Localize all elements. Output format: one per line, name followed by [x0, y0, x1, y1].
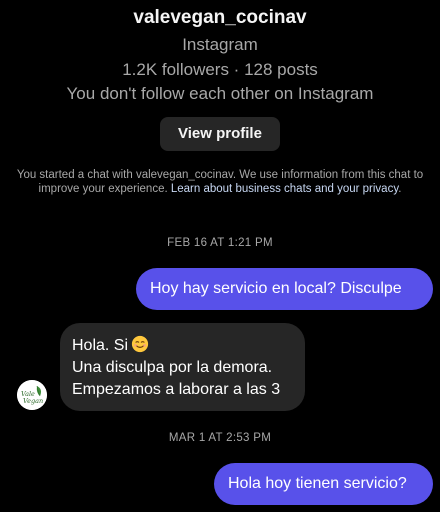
outgoing-message[interactable]: Hoy hay servicio en local? Disculpe [136, 268, 433, 310]
message-timestamp: FEB 16 AT 1:21 PM [167, 237, 273, 249]
incoming-message[interactable]: Hola. Si Una disculpa por la demora. Emp… [60, 323, 305, 411]
outgoing-message[interactable]: Hola hoy tienen servicio? [214, 463, 433, 505]
message-timestamp: MAR 1 AT 2:53 PM [168, 432, 272, 444]
logo-text-line2: Vegan [23, 397, 43, 405]
vale-vegan-logo-icon: Vale Vegan [17, 380, 47, 410]
incoming-message-line: Una disculpa por la demora. [72, 359, 273, 376]
profile-username[interactable]: valevegan_cocinav [0, 7, 440, 29]
incoming-message-text: Hola. Si [72, 337, 129, 354]
incoming-message-line: Hola. Si [72, 335, 293, 357]
incoming-message-line: Empezamos a laborar a las 3 [72, 381, 281, 398]
notice-suffix: . [398, 183, 402, 195]
profile-stats: 1.2K followers · 128 posts [122, 60, 318, 79]
view-profile-button[interactable]: View profile [160, 117, 280, 151]
profile-platform: Instagram [182, 35, 258, 54]
follow-status: You don't follow each other on Instagram [66, 84, 374, 103]
avatar[interactable]: Vale Vegan [17, 380, 47, 410]
privacy-link[interactable]: Learn about business chats and your priv… [171, 183, 398, 195]
smiling-face-emoji-icon [131, 335, 149, 353]
business-chat-notice: You started a chat with valevegan_cocina… [14, 168, 426, 196]
